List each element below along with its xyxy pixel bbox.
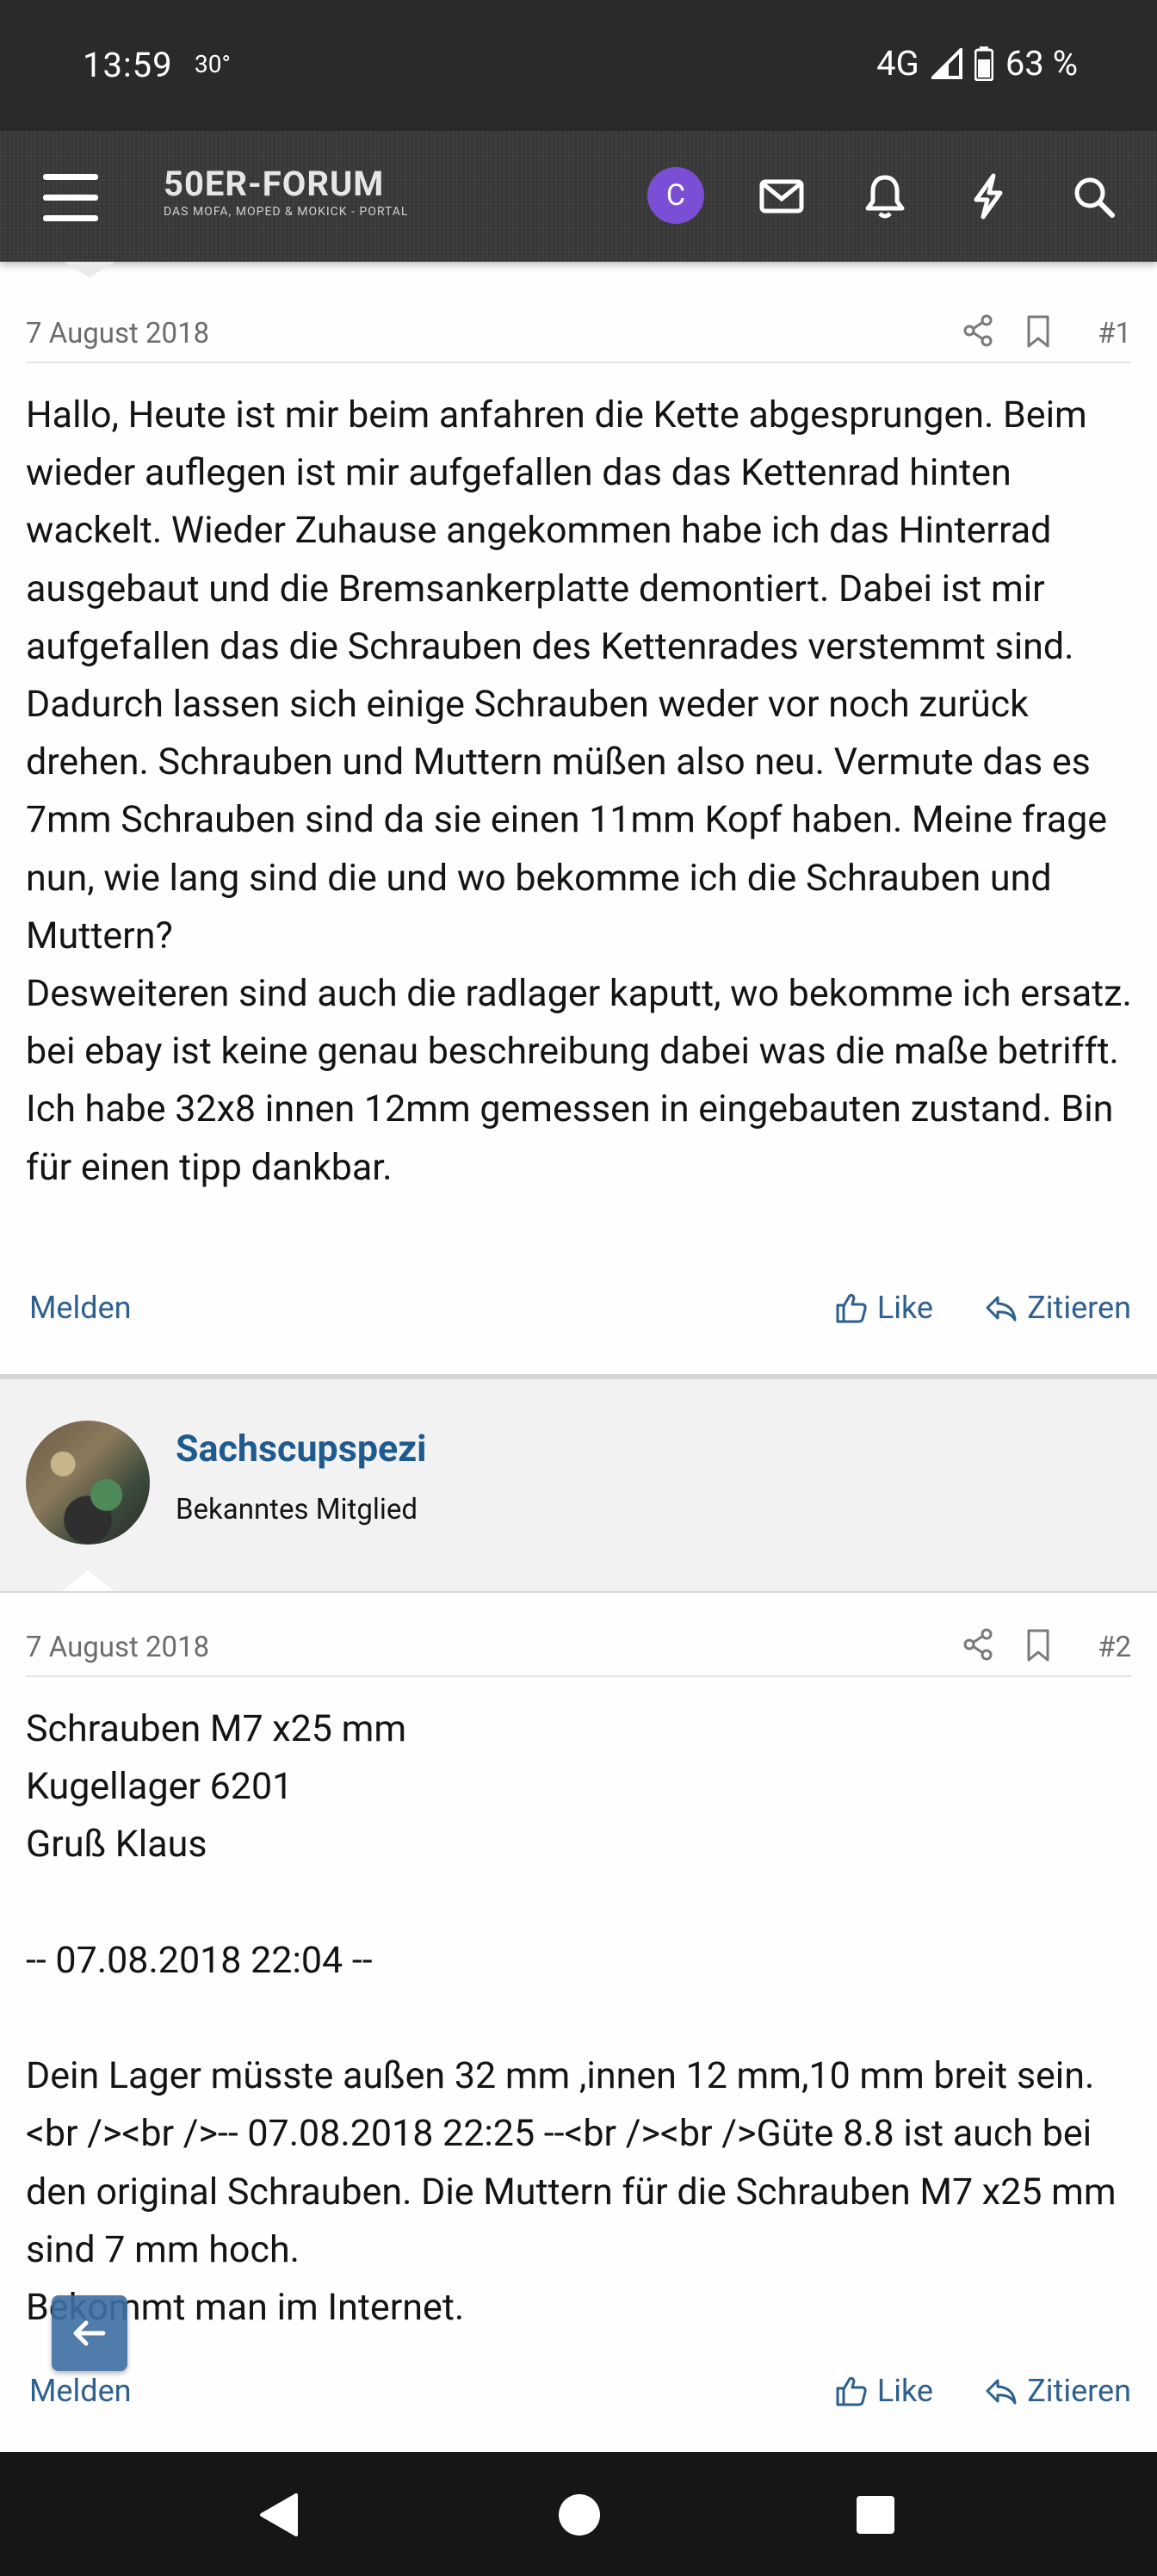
bolt-icon[interactable] <box>962 170 1014 222</box>
status-bar: 13:59 30° 4G 63 % <box>0 0 1157 131</box>
post-notch <box>62 1570 114 1591</box>
post-meta: 7 August 2018 #1 <box>26 307 1131 363</box>
author-name[interactable]: Sachscupspezi <box>176 1427 427 1471</box>
signal-icon <box>931 47 962 79</box>
post-date[interactable]: 7 August 2018 <box>26 1631 209 1664</box>
avatar[interactable] <box>26 1421 150 1545</box>
reply-icon <box>986 2379 1017 2405</box>
post-author-block: Sachscupspezi Bekanntes Mitglied <box>0 1379 1157 1593</box>
quote-label: Zitieren <box>1027 2373 1131 2409</box>
reply-icon <box>986 1296 1017 1322</box>
quote-button[interactable]: Zitieren <box>984 2373 1131 2409</box>
nav-home-icon[interactable] <box>556 2492 603 2538</box>
search-icon[interactable] <box>1067 170 1119 222</box>
bookmark-icon[interactable] <box>1021 313 1055 350</box>
battery-level: 63 % <box>1005 43 1078 84</box>
post-number[interactable]: #2 <box>1098 1631 1131 1664</box>
like-button[interactable]: Like <box>834 2373 933 2409</box>
bell-icon[interactable] <box>859 170 911 222</box>
quote-button[interactable]: Zitieren <box>984 1290 1131 1326</box>
report-link[interactable]: Melden <box>29 1290 132 1326</box>
menu-icon[interactable] <box>43 174 98 222</box>
nav-back-icon[interactable] <box>257 2492 303 2538</box>
post-number[interactable]: #1 <box>1098 317 1131 350</box>
logo-subtitle: DAS MOFA, MOPED & MOKICK - PORTAL <box>164 205 409 219</box>
report-link[interactable]: Melden <box>29 2373 132 2409</box>
envelope-icon[interactable] <box>756 170 807 222</box>
system-nav-bar <box>0 2452 1157 2576</box>
bookmark-icon[interactable] <box>1021 1627 1055 1663</box>
back-button[interactable] <box>52 2295 127 2371</box>
thumbs-up-icon <box>836 1293 867 1323</box>
status-time: 13:59 <box>83 45 173 85</box>
post-actions: Melden Like Zitieren <box>29 2373 1131 2424</box>
share-icon[interactable] <box>959 1625 997 1663</box>
post-meta: 7 August 2018 #2 <box>26 1620 1131 1677</box>
logo-title: 50ER-FORUM <box>164 164 385 204</box>
post-body: Hallo, Heute ist mir beim anfahren die K… <box>26 393 1132 1189</box>
like-label: Like <box>876 2373 933 2409</box>
site-logo[interactable]: 50ER-FORUM DAS MOFA, MOPED & MOKICK - PO… <box>164 164 409 220</box>
author-title: Bekanntes Mitglied <box>176 1493 418 1526</box>
nav-recents-icon[interactable] <box>856 2495 895 2535</box>
status-temperature: 30° <box>195 50 231 78</box>
share-icon[interactable] <box>959 312 997 350</box>
arrow-left-icon <box>73 2320 106 2346</box>
network-label: 4G <box>876 43 919 84</box>
post-date[interactable]: 7 August 2018 <box>26 317 209 350</box>
like-label: Like <box>876 1290 933 1326</box>
post-body: Schrauben M7 x25 mm Kugellager 6201 Gruß… <box>26 1707 1117 2330</box>
like-button[interactable]: Like <box>834 1290 933 1326</box>
thumbs-up-icon <box>836 2376 867 2406</box>
post-actions: Melden Like Zitieren <box>29 1290 1131 1341</box>
status-indicators: 4G 63 % <box>876 43 1078 84</box>
post-notch <box>64 262 115 277</box>
account-avatar[interactable]: C <box>647 167 704 224</box>
battery-icon <box>974 46 993 81</box>
quote-label: Zitieren <box>1027 1290 1131 1326</box>
